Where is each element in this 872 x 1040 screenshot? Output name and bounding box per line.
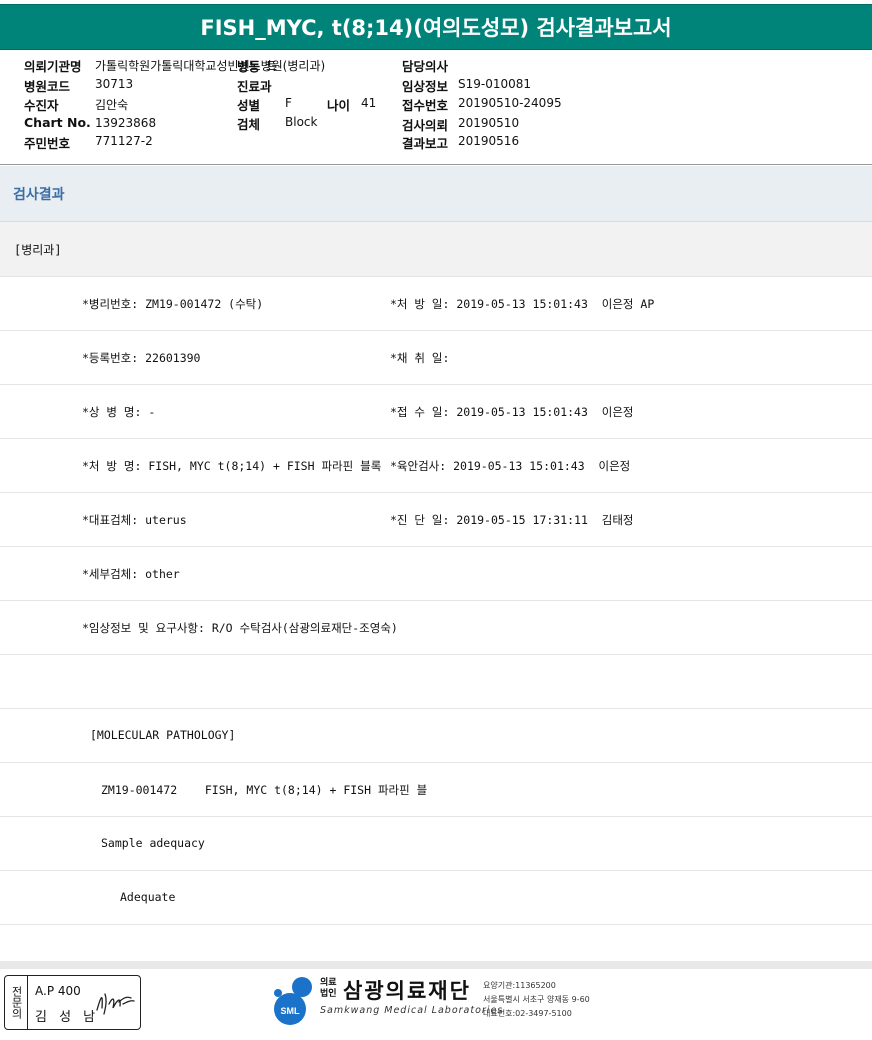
detail-right: *진 단 일: 2019-05-15 17:31:11 김태정 — [390, 513, 634, 527]
report-line: ZM19-001472 FISH, MYC t(8;14) + FISH 파라핀… — [0, 763, 872, 817]
rrn-value: 771127-2 — [95, 134, 153, 148]
detail-left: *대표검체: uterus — [82, 513, 187, 527]
hospital-code-value: 30713 — [95, 77, 134, 91]
detail-left: *등록번호: 22601390 — [82, 351, 201, 365]
detail-row: *세부검체: other — [0, 547, 872, 601]
specimen-label: 검체 — [237, 117, 261, 132]
patient-info-block: 의뢰기관명 가톨릭학원가톨릭대학교성빈센트병원(병리과) 병원코드 30713 … — [0, 52, 872, 162]
detail-left: *임상정보 및 요구사항: R/O 수탁검사(삼광의료재단-조영숙) — [82, 621, 398, 635]
report-line: [MOLECULAR PATHOLOGY] — [0, 709, 872, 763]
detail-row: *임상정보 및 요구사항: R/O 수탁검사(삼광의료재단-조영숙) — [0, 601, 872, 655]
section-header: 검사결과 — [0, 166, 872, 222]
org-english-name: Samkwang Medical Laboratories — [320, 1005, 504, 1016]
rrn-label: 주민번호 — [24, 136, 71, 151]
age-label: 나이 — [327, 98, 351, 113]
department-label: [병리과] — [14, 243, 62, 257]
svg-text:SML: SML — [281, 1006, 301, 1016]
detail-row: *대표검체: uterus *진 단 일: 2019-05-15 17:31:1… — [0, 493, 872, 547]
detail-row — [0, 655, 872, 709]
org-phone: 대표번호:02-3497-5100 — [483, 1009, 572, 1018]
report-line: Adequate — [0, 871, 872, 925]
detail-row: *등록번호: 22601390 *채 취 일: — [0, 331, 872, 385]
detail-left: *상 병 명: - — [82, 405, 156, 419]
clinical-label: 임상정보 — [402, 79, 449, 94]
specimen-value: Block — [285, 115, 318, 129]
patient-value: 김안숙 — [95, 98, 129, 112]
report-value: 20190516 — [458, 134, 520, 148]
detail-row: *병리번호: ZM19-001472 (수탁) *처 방 일: 2019-05-… — [0, 277, 872, 331]
sex-label: 성별 — [237, 98, 261, 113]
signature-role: 전문의 — [5, 976, 28, 1029]
detail-left: *병리번호: ZM19-001472 (수탁) — [82, 297, 264, 311]
pathologist-signature-box: 전문의 A.P 400 김 성 남 — [4, 975, 141, 1030]
receipt-value: 20190510-24095 — [458, 96, 562, 110]
signature-name: 김 성 남 — [35, 1010, 100, 1025]
report-line: Sample adequacy — [0, 817, 872, 871]
org-address: 서울특별시 서초구 양재동 9-60 — [483, 995, 590, 1004]
detail-right: *접 수 일: 2019-05-13 15:01:43 이은정 — [390, 405, 634, 419]
patient-label: 수진자 — [24, 98, 59, 113]
report-line — [0, 925, 872, 978]
request-value: 20190510 — [458, 116, 520, 130]
org-type: 의료법인 — [320, 978, 337, 999]
report-line-text: Sample adequacy — [101, 836, 205, 850]
organization-logo: SML 의료법인 삼광의료재단 Samkwang Medical Laborat… — [268, 975, 598, 1030]
receipt-label: 접수번호 — [402, 98, 449, 113]
chart-value: 13923868 — [95, 116, 157, 130]
department-row: [병리과] — [0, 222, 872, 277]
detail-right: *처 방 일: 2019-05-13 15:01:43 이은정 AP — [390, 297, 655, 311]
signature-ap-number: A.P 400 — [35, 984, 81, 998]
age-value: 41 — [361, 96, 377, 110]
footer-divider — [0, 961, 872, 969]
detail-row: *처 방 명: FISH, MYC t(8;14) + FISH 파라핀 블록 … — [0, 439, 872, 493]
detail-right: *육안검사: 2019-05-13 15:01:43 이은정 — [390, 459, 631, 473]
ward-value: 트 — [266, 59, 278, 73]
section-title: 검사결과 — [13, 187, 65, 203]
detail-row: *상 병 명: - *접 수 일: 2019-05-13 15:01:43 이은… — [0, 385, 872, 439]
org-name: 삼광의료재단 — [343, 979, 471, 1003]
report-title-bar: FISH_MYC, t(8;14)(여의도성모) 검사결과보고서 — [0, 4, 872, 50]
handwritten-signature-icon — [96, 993, 135, 1015]
clinical-value: S19-010081 — [458, 77, 532, 91]
doctor-label: 담당의사 — [402, 59, 449, 74]
dept-label: 진료과 — [237, 79, 272, 94]
detail-right: *채 취 일: — [390, 351, 450, 365]
report-line-text: ZM19-001472 FISH, MYC t(8;14) + FISH 파라핀… — [101, 783, 428, 797]
ward-label: 병동 — [237, 59, 261, 74]
org-code: 요양기관:11365200 — [483, 981, 556, 990]
institution-value: 가톨릭학원가톨릭대학교성빈센트병원(병리과) — [95, 59, 326, 73]
chart-label: Chart No. — [24, 115, 91, 130]
detail-left: *처 방 명: FISH, MYC t(8;14) + FISH 파라핀 블록 — [82, 459, 382, 473]
hospital-code-label: 병원코드 — [24, 79, 71, 94]
request-label: 검사의뢰 — [402, 118, 449, 133]
info-divider — [0, 164, 872, 165]
report-title: FISH_MYC, t(8;14)(여의도성모) 검사결과보고서 — [200, 16, 672, 40]
sex-value: F — [285, 96, 292, 110]
institution-label: 의뢰기관명 — [24, 59, 82, 74]
detail-left: *세부검체: other — [82, 567, 180, 581]
report-line-text: Adequate — [120, 890, 176, 904]
sml-logo-icon: SML — [274, 977, 312, 1025]
report-label: 결과보고 — [402, 136, 449, 151]
report-line-text: [MOLECULAR PATHOLOGY] — [90, 728, 236, 742]
